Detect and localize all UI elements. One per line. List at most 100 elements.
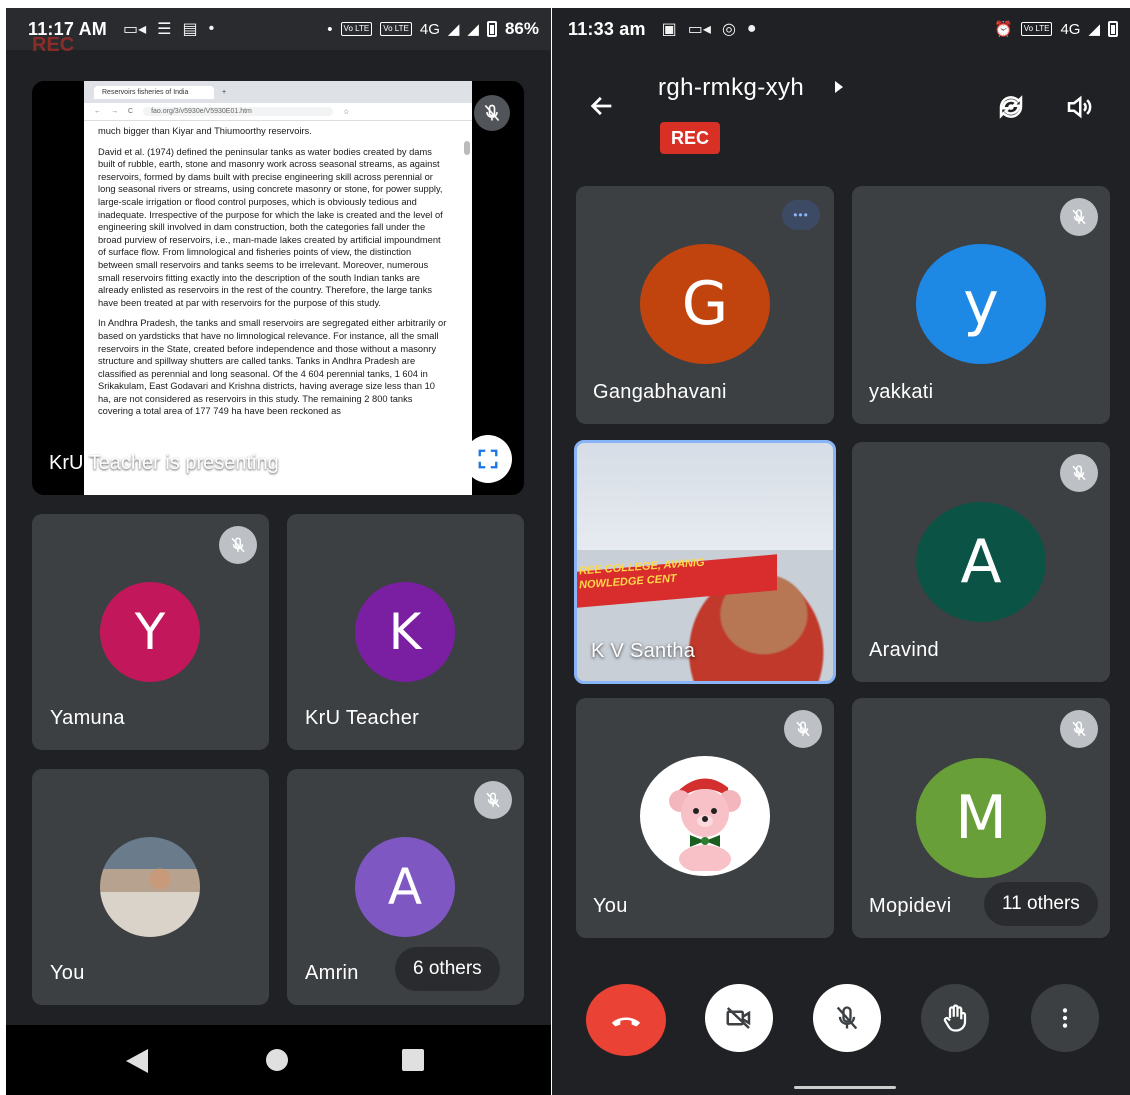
fullscreen-button[interactable] (464, 435, 512, 483)
camera-toggle-button[interactable] (705, 984, 773, 1052)
document-paragraph: In Andhra Pradesh, the tanks and small r… (98, 318, 447, 417)
network-type: 4G (1060, 20, 1081, 38)
end-call-icon (611, 1017, 641, 1027)
avatar: K (355, 582, 455, 682)
signal-icon: ◢ (447, 21, 460, 38)
participant-name: K V Santha (591, 640, 696, 662)
signal-icon: ◢ (1088, 21, 1100, 38)
hand-raise-icon (943, 1004, 967, 1032)
mic-off-icon (474, 781, 512, 819)
avatar: A (916, 502, 1046, 622)
meeting-details-caret-icon[interactable] (835, 81, 843, 93)
speaker-icon (1067, 95, 1092, 119)
volte-icon: Vo LTE (1020, 22, 1053, 36)
end-call-button[interactable] (586, 984, 666, 1056)
mic-off-icon (219, 526, 257, 564)
document-scrollbar (464, 141, 470, 155)
participant-tile-you[interactable]: You (576, 698, 834, 938)
left-phone-screen: 11:17 AM ▭◂ ☰ ▤ • • Vo LTE Vo LTE 4G ◢ ◢… (6, 8, 551, 1095)
battery-icon (1108, 21, 1118, 37)
participant-tile-gangabhavani[interactable]: ••• G Gangabhavani (576, 186, 834, 424)
mic-off-icon (474, 95, 510, 131)
participant-tile-yamuna[interactable]: Y Yamuna (32, 514, 269, 750)
mic-off-icon (1060, 198, 1098, 236)
reload-icon: C (128, 108, 134, 115)
document-paragraph: much bigger than Kiyar and Thiumoorthy r… (98, 126, 312, 136)
app-icon: ● (746, 20, 757, 37)
star-icon: ☆ (343, 108, 350, 116)
nav-back-button[interactable] (126, 1049, 148, 1073)
fullscreen-icon (478, 449, 498, 469)
new-tab-icon: + (222, 88, 227, 96)
participant-tile-yakkati[interactable]: y yakkati (852, 186, 1110, 424)
avatar: M (916, 758, 1046, 878)
participant-name: Yamuna (50, 707, 125, 729)
switch-camera-button[interactable] (992, 88, 1030, 126)
battery-percent: 86% (504, 19, 539, 38)
participant-tile-k-v-santha[interactable]: REE COLLEGE, AVANIG NOWLEDGE CENT K V Sa… (574, 440, 836, 684)
home-indicator[interactable] (794, 1086, 896, 1089)
camera-off-icon (726, 1007, 751, 1029)
participant-name: KrU Teacher (305, 707, 420, 729)
network-type: 4G (419, 20, 440, 38)
teddy-bear-avatar (640, 756, 770, 876)
browser-tab: Reservoirs fisheries of India (94, 85, 214, 99)
browser-url: fao.org/3/v5930e/V5930E01.htm (143, 107, 334, 116)
back-icon: ← (94, 108, 101, 115)
others-button[interactable]: 11 others (984, 882, 1098, 926)
participant-tile-aravind[interactable]: A Aravind (852, 442, 1110, 682)
notes-icon: ☰ (157, 21, 172, 38)
others-button[interactable]: 6 others (395, 947, 500, 991)
browser-url-bar: ← → C fao.org/3/v5930e/V5930E01.htm ☆ (84, 103, 472, 121)
document-icon: ▤ (182, 21, 198, 38)
participant-name: yakkati (869, 381, 934, 403)
battery-icon (486, 21, 497, 37)
mic-off-icon (836, 1006, 858, 1030)
switch-camera-icon (999, 95, 1023, 119)
dot-icon: • (327, 20, 333, 38)
dot-icon: • (208, 20, 215, 37)
participant-name: You (593, 895, 628, 917)
participant-tile-amrin[interactable]: A Amrin 6 others (287, 769, 524, 1005)
forward-icon: → (111, 108, 118, 115)
back-button[interactable] (588, 92, 616, 125)
rec-ghost-text: REC (32, 34, 75, 56)
raise-hand-button[interactable] (921, 984, 989, 1052)
mic-off-icon (1060, 454, 1098, 492)
shared-document: Reservoirs fisheries of India + ← → C fa… (84, 81, 472, 495)
recording-badge: REC (660, 122, 720, 154)
more-options-icon[interactable]: ••• (782, 200, 820, 230)
mic-off-icon (1060, 710, 1098, 748)
avatar: y (916, 244, 1046, 364)
back-arrow-icon (590, 96, 612, 116)
status-right: ⏰ Vo LTE 4G ◢ (994, 8, 1118, 50)
speaker-button[interactable] (1060, 88, 1098, 126)
participant-tile-you[interactable]: You (32, 769, 269, 1005)
volte-icon: Vo LTE (380, 22, 412, 36)
participant-name: Aravind (869, 639, 939, 661)
avatar: A (355, 837, 455, 937)
avatar: Y (100, 582, 200, 682)
browser-tab-bar: Reservoirs fisheries of India + (84, 81, 472, 103)
more-options-button[interactable] (1031, 984, 1099, 1052)
nav-home-button[interactable] (266, 1049, 288, 1071)
mic-toggle-button[interactable] (813, 984, 881, 1052)
android-nav-bar (6, 1025, 551, 1095)
participant-tile-kru-teacher[interactable]: K KrU Teacher (287, 514, 524, 750)
meeting-code[interactable]: rgh-rmkg-xyh (658, 74, 804, 102)
avatar: G (640, 244, 770, 364)
alarm-icon: ⏰ (994, 21, 1013, 38)
signal-icon: ◢ (467, 21, 479, 38)
document-body: much bigger than Kiyar and Thiumoorthy r… (84, 121, 472, 418)
nav-recents-button[interactable] (402, 1049, 424, 1071)
volte-icon: Vo LTE (340, 22, 373, 36)
presenting-label: KrU Teacher is presenting (49, 452, 279, 474)
whatsapp-icon: ◎ (721, 21, 736, 38)
video-icon: ▭◂ (122, 21, 147, 38)
presentation-tile[interactable]: Reservoirs fisheries of India + ← → C fa… (32, 81, 524, 495)
avatar (100, 837, 200, 937)
video-icon: ▭◂ (687, 21, 711, 38)
status-time: 11:33 am (568, 18, 646, 39)
participant-tile-mopidevi[interactable]: M Mopidevi 11 others (852, 698, 1110, 938)
participant-name: You (50, 962, 85, 984)
